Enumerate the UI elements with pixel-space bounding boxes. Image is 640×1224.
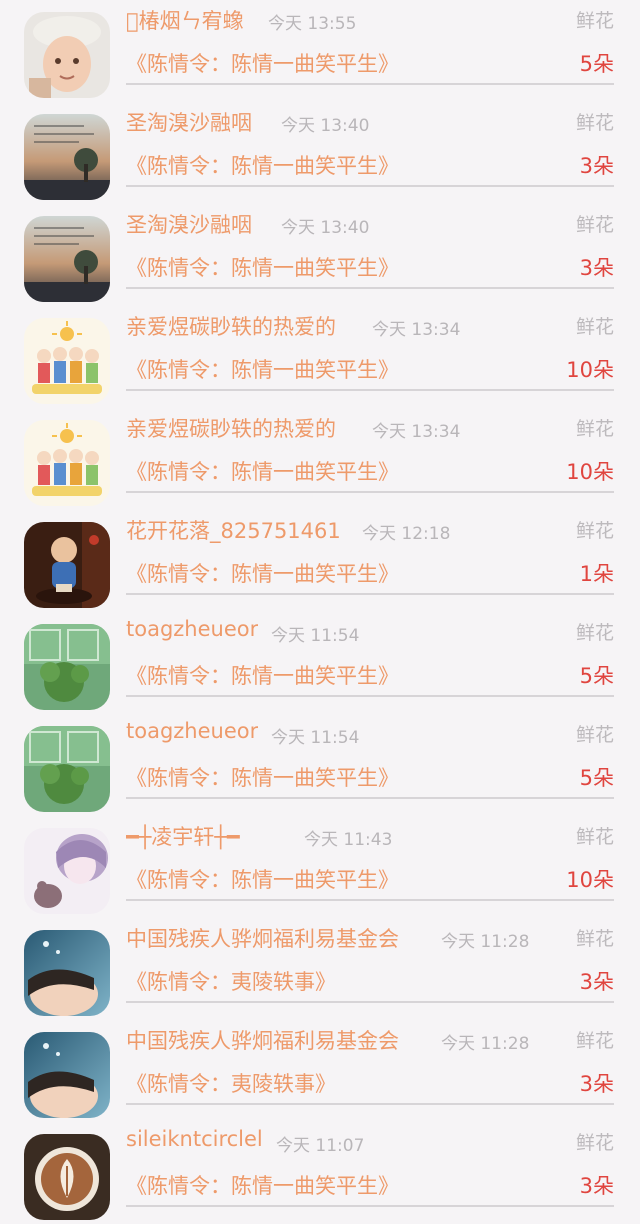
row-divider <box>126 899 614 901</box>
gift-time: 今天 11:28 <box>441 932 530 952</box>
gift-type: 鲜花 <box>575 214 614 236</box>
avatar[interactable] <box>24 1134 110 1220</box>
row-divider <box>126 287 614 289</box>
gift-count: 10朵 <box>566 460 614 484</box>
gift-target-title[interactable]: 《陈情令：陈情一曲笑平生》 <box>126 1170 399 1200</box>
sender-name[interactable]: 亲爱煜碳眇轶的热爱的 <box>126 311 336 341</box>
gift-time: 今天 11:54 <box>271 626 360 646</box>
gift-count: 3朵 <box>579 154 614 178</box>
row-divider <box>126 491 614 493</box>
avatar[interactable] <box>24 624 110 710</box>
row-divider <box>126 389 614 391</box>
gift-target-title[interactable]: 《陈情令：陈情一曲笑平生》 <box>126 558 399 588</box>
list-item[interactable]: sileikntcirclel 今天 11:07 鲜花《陈情令：陈情一曲笑平生》 3朵 <box>0 1122 640 1224</box>
sender-name[interactable]: 中国残疾人骅炯福利易基金会 <box>126 923 399 953</box>
gift-time: 今天 13:34 <box>372 422 461 442</box>
gift-target-title[interactable]: 《陈情令：陈情一曲笑平生》 <box>126 456 399 486</box>
sender-name[interactable]:  椿烟ㄣ宥蟓 <box>126 5 244 35</box>
list-item[interactable]: toagzheueor 今天 11:54 鲜花《陈情令：陈情一曲笑平生》 5朵 <box>0 714 640 816</box>
avatar[interactable] <box>24 726 110 812</box>
row-divider <box>126 593 614 595</box>
avatar[interactable] <box>24 828 110 914</box>
gift-time: 今天 11:28 <box>441 1034 530 1054</box>
gift-type: 鲜花 <box>575 928 614 950</box>
avatar[interactable] <box>24 318 110 404</box>
list-item[interactable]: 花开花落_825751461 今天 12:18 鲜花《陈情令：陈情一曲笑平生》 1朵 <box>0 510 640 612</box>
gift-count: 5朵 <box>579 664 614 688</box>
gift-type: 鲜花 <box>575 112 614 134</box>
gift-record-list:  椿烟ㄣ宥蟓 今天 13:55 鲜花 《陈情令：陈情一曲笑平生》 5朵 圣淘溴沙融咽 今天 … <box>0 0 640 1220</box>
sender-name[interactable]: 花开花落_825751461 <box>126 515 341 545</box>
list-item[interactable]: 中国残疾人骅炯福利易基金会 今天 11:28 鲜花《陈情令：夷陵轶事》 3朵 <box>0 918 640 1020</box>
gift-type: 鲜花 <box>575 724 614 746</box>
gift-count: 1朵 <box>579 562 614 586</box>
avatar[interactable] <box>24 12 110 98</box>
sender-name[interactable]: 圣淘溴沙融咽 <box>126 209 252 239</box>
row-divider <box>126 185 614 187</box>
gift-time: 今天 13:40 <box>281 116 370 136</box>
gift-time: 今天 13:34 <box>372 320 461 340</box>
gift-type: 鲜花 <box>575 316 614 338</box>
sender-name[interactable]: sileikntcirclel <box>126 1127 263 1151</box>
avatar[interactable] <box>24 216 110 302</box>
gift-target-title[interactable]: 《陈情令：陈情一曲笑平生》 <box>126 762 399 792</box>
gift-count: 3朵 <box>579 970 614 994</box>
gift-target-title[interactable]: 《陈情令：陈情一曲笑平生》 <box>126 150 399 180</box>
gift-type: 鲜花 <box>575 520 614 542</box>
gift-type: 鲜花 <box>575 826 614 848</box>
list-item[interactable]:  椿烟ㄣ宥蟓 今天 13:55 鲜花《陈情令：陈情一曲笑平生》 5朵 <box>0 0 640 102</box>
gift-time: 今天 12:18 <box>362 524 451 544</box>
gift-type: 鲜花 <box>575 622 614 644</box>
list-item[interactable]: 圣淘溴沙融咽 今天 13:40 鲜花《陈情令：陈情一曲笑平生》 3朵 <box>0 102 640 204</box>
row-divider <box>126 83 614 85</box>
gift-time: 今天 11:07 <box>276 1136 365 1156</box>
gift-target-title[interactable]: 《陈情令：夷陵轶事》 <box>126 1068 336 1098</box>
list-item[interactable]: 亲爱煜碳眇轶的热爱的 今天 13:34 鲜花《陈情令：陈情一曲笑平生》 10朵 <box>0 306 640 408</box>
gift-target-title[interactable]: 《陈情令：陈情一曲笑平生》 <box>126 660 399 690</box>
row-divider <box>126 797 614 799</box>
sender-name[interactable]: toagzheueor <box>126 719 258 743</box>
gift-count: 10朵 <box>566 868 614 892</box>
gift-target-title[interactable]: 《陈情令：陈情一曲笑平生》 <box>126 252 399 282</box>
gift-time: 今天 13:55 <box>268 14 357 34</box>
sender-name[interactable]: ━┼凌宇轩┼━ <box>126 821 240 851</box>
list-item[interactable]: 中国残疾人骅炯福利易基金会 今天 11:28 鲜花《陈情令：夷陵轶事》 3朵 <box>0 1020 640 1122</box>
gift-target-title[interactable]: 《陈情令：陈情一曲笑平生》 <box>126 48 399 78</box>
sender-name[interactable]: toagzheueor <box>126 617 258 641</box>
gift-time: 今天 11:43 <box>304 830 393 850</box>
gift-type: 鲜花 <box>575 10 614 32</box>
row-divider <box>126 1103 614 1105</box>
avatar[interactable] <box>24 930 110 1016</box>
row-divider <box>126 1001 614 1003</box>
sender-name[interactable]: 中国残疾人骅炯福利易基金会 <box>126 1025 399 1055</box>
gift-target-title[interactable]: 《陈情令：陈情一曲笑平生》 <box>126 354 399 384</box>
gift-count: 3朵 <box>579 256 614 280</box>
row-divider <box>126 1205 614 1207</box>
gift-time: 今天 13:40 <box>281 218 370 238</box>
gift-count: 3朵 <box>579 1072 614 1096</box>
list-item[interactable]: toagzheueor 今天 11:54 鲜花《陈情令：陈情一曲笑平生》 5朵 <box>0 612 640 714</box>
avatar[interactable] <box>24 114 110 200</box>
sender-name[interactable]: 圣淘溴沙融咽 <box>126 107 252 137</box>
gift-count: 5朵 <box>579 766 614 790</box>
gift-time: 今天 11:54 <box>271 728 360 748</box>
list-item[interactable]: ━┼凌宇轩┼━ 今天 11:43 鲜花《陈情令：陈情一曲笑平生》 10朵 <box>0 816 640 918</box>
list-item[interactable]: 圣淘溴沙融咽 今天 13:40 鲜花《陈情令：陈情一曲笑平生》 3朵 <box>0 204 640 306</box>
row-divider <box>126 695 614 697</box>
gift-count: 10朵 <box>566 358 614 382</box>
avatar[interactable] <box>24 1032 110 1118</box>
list-item[interactable]: 亲爱煜碳眇轶的热爱的 今天 13:34 鲜花《陈情令：陈情一曲笑平生》 10朵 <box>0 408 640 510</box>
gift-type: 鲜花 <box>575 1030 614 1052</box>
gift-type: 鲜花 <box>575 1132 614 1154</box>
avatar[interactable] <box>24 522 110 608</box>
gift-target-title[interactable]: 《陈情令：夷陵轶事》 <box>126 966 336 996</box>
gift-count: 3朵 <box>579 1174 614 1198</box>
avatar[interactable] <box>24 420 110 506</box>
gift-target-title[interactable]: 《陈情令：陈情一曲笑平生》 <box>126 864 399 894</box>
sender-name[interactable]: 亲爱煜碳眇轶的热爱的 <box>126 413 336 443</box>
gift-type: 鲜花 <box>575 418 614 440</box>
gift-count: 5朵 <box>579 52 614 76</box>
